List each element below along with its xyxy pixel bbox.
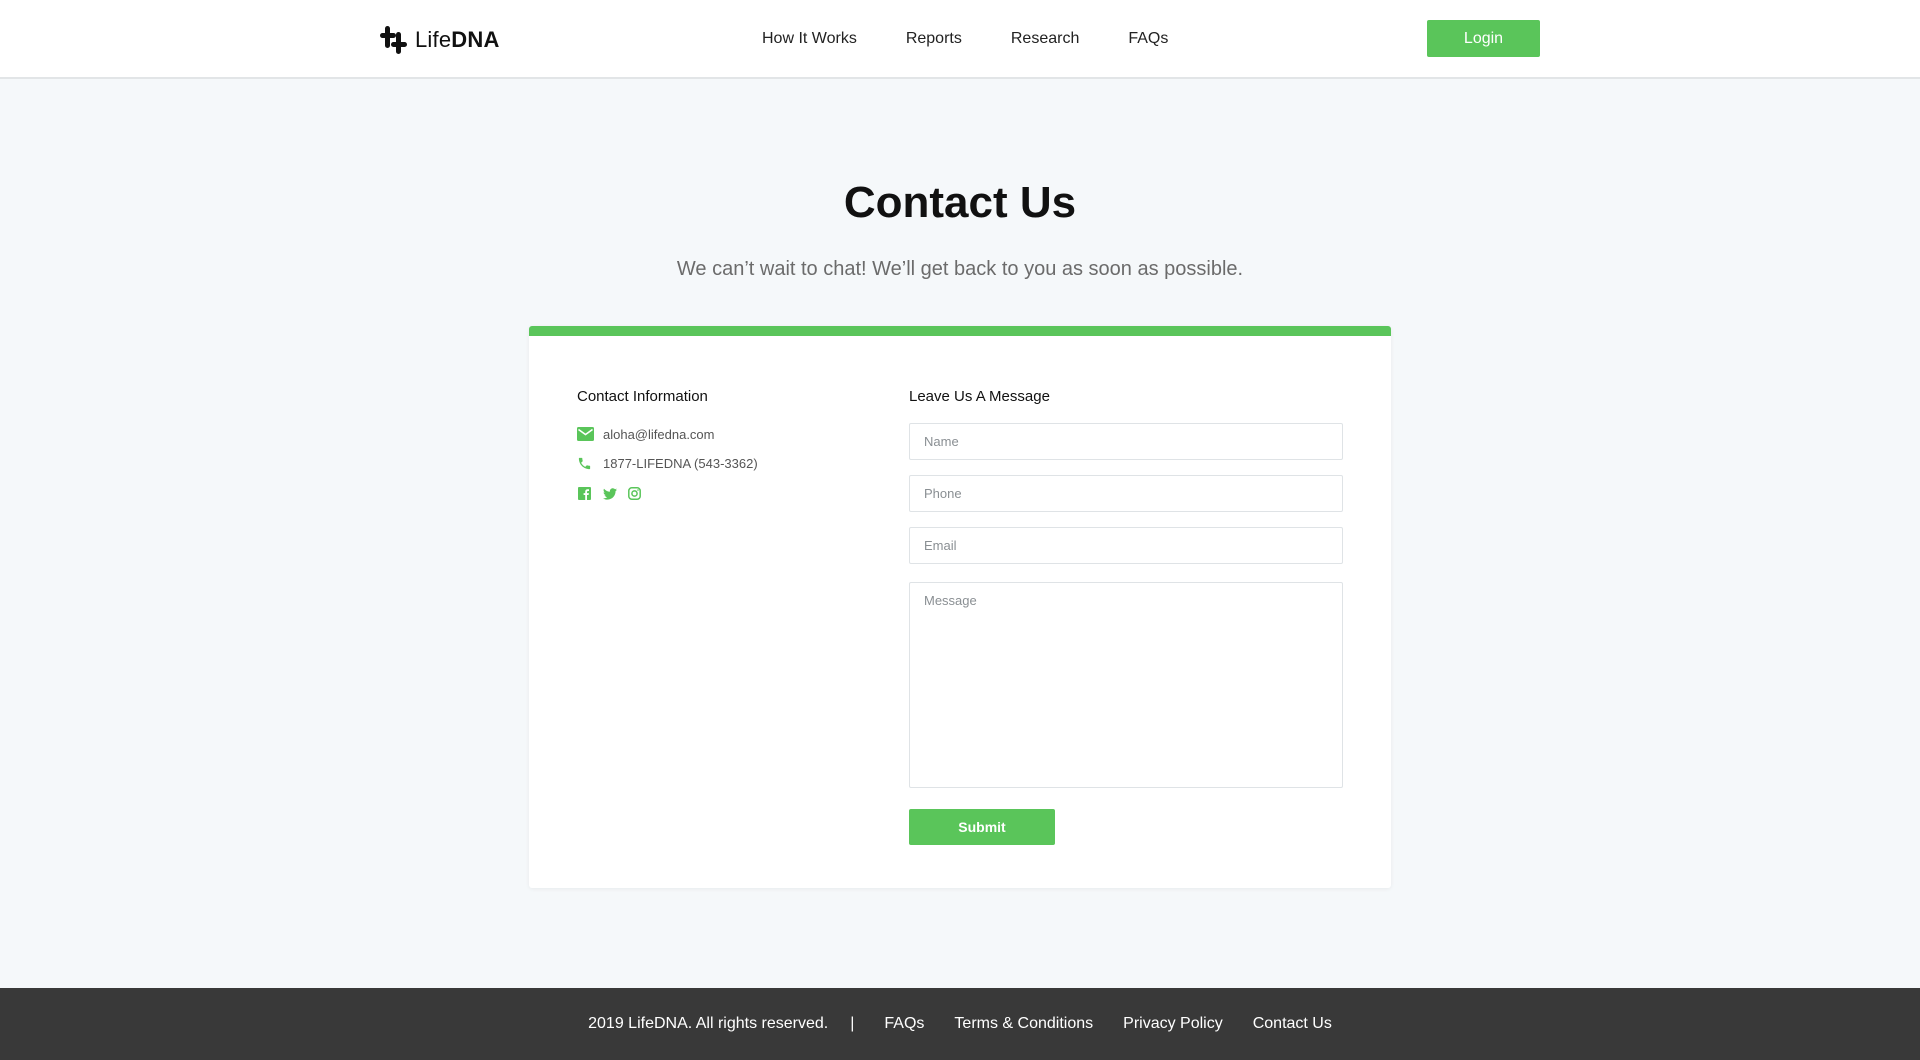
mail-icon bbox=[577, 425, 595, 443]
footer-separator: | bbox=[850, 1015, 855, 1032]
contact-email[interactable]: aloha@lifedna.com bbox=[603, 427, 714, 442]
main-nav: How It Works Reports Research FAQs bbox=[762, 28, 1217, 50]
nav-how-it-works[interactable]: How It Works bbox=[762, 28, 857, 50]
nav-faqs[interactable]: FAQs bbox=[1128, 28, 1168, 50]
logo-text-bold: DNA bbox=[451, 27, 500, 52]
footer-link-terms[interactable]: Terms & Conditions bbox=[954, 1015, 1093, 1033]
site-footer: 2019 LifeDNA. All rights reserved. | FAQ… bbox=[0, 988, 1920, 1060]
email-row: aloha@lifedna.com bbox=[577, 425, 857, 443]
social-links bbox=[577, 486, 857, 501]
copyright-text: 2019 LifeDNA. All rights reserved. bbox=[588, 1015, 829, 1032]
name-input[interactable] bbox=[909, 423, 1343, 460]
logo-text-light: Life bbox=[415, 27, 452, 52]
phone-row: 1877-LIFEDNA (543-3362) bbox=[577, 454, 857, 472]
login-button[interactable]: Login bbox=[1427, 20, 1540, 57]
page-subtitle: We can’t wait to chat! We’ll get back to… bbox=[676, 258, 1244, 280]
twitter-icon[interactable] bbox=[602, 486, 617, 501]
facebook-icon[interactable] bbox=[577, 486, 592, 501]
contact-information: Contact Information aloha@lifedna.com 18… bbox=[577, 388, 857, 501]
footer-link-privacy[interactable]: Privacy Policy bbox=[1123, 1015, 1223, 1033]
phone-icon bbox=[577, 454, 595, 472]
site-header: LifeDNA How It Works Reports Research FA… bbox=[0, 0, 1920, 79]
message-form-title: Leave Us A Message bbox=[909, 388, 1050, 405]
contact-phone[interactable]: 1877-LIFEDNA (543-3362) bbox=[603, 456, 758, 471]
message-textarea[interactable] bbox=[909, 582, 1343, 788]
logo-wordmark: LifeDNA bbox=[415, 27, 500, 53]
phone-input[interactable] bbox=[909, 475, 1343, 512]
contact-info-title: Contact Information bbox=[577, 388, 708, 405]
lifedna-logo[interactable]: LifeDNA bbox=[379, 24, 500, 56]
footer-link-contact[interactable]: Contact Us bbox=[1253, 1015, 1332, 1033]
contact-card: Contact Information aloha@lifedna.com 18… bbox=[529, 326, 1391, 888]
message-form: Leave Us A Message Submit bbox=[909, 388, 1343, 845]
nav-research[interactable]: Research bbox=[1011, 28, 1079, 50]
nav-reports[interactable]: Reports bbox=[906, 28, 962, 50]
dna-logo-icon bbox=[380, 26, 407, 54]
email-input[interactable] bbox=[909, 527, 1343, 564]
instagram-icon[interactable] bbox=[627, 486, 642, 501]
footer-link-faqs[interactable]: FAQs bbox=[884, 1015, 924, 1033]
submit-button[interactable]: Submit bbox=[909, 809, 1055, 845]
page-title: Contact Us bbox=[843, 178, 1077, 227]
